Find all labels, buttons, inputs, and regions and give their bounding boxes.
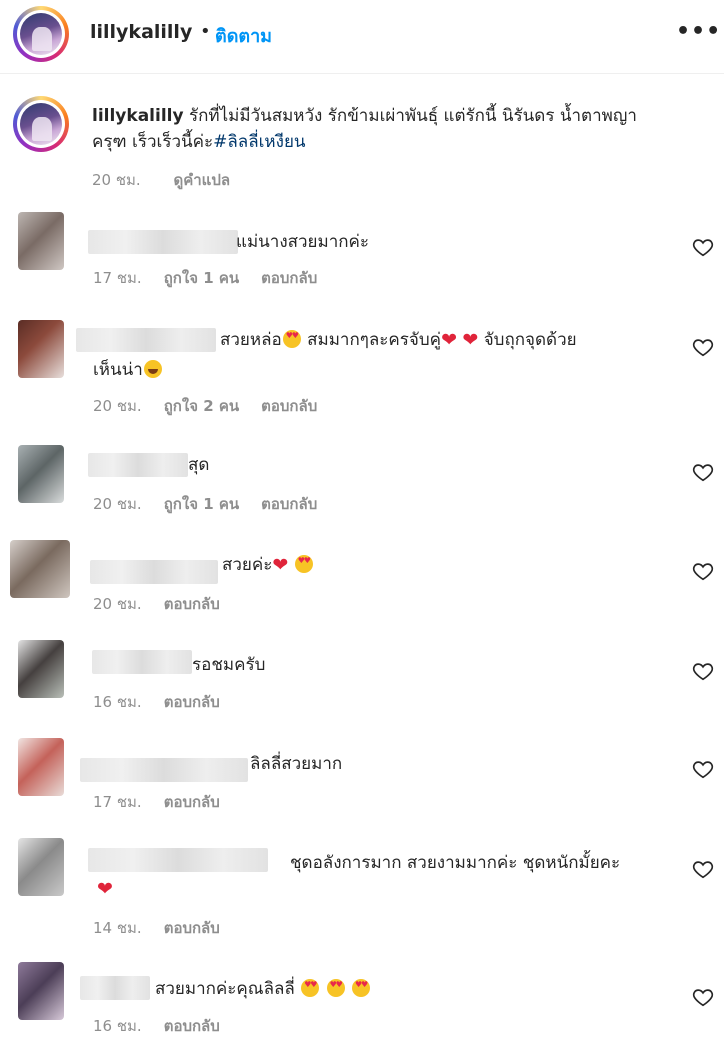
comment-meta: 16 ชม. ตอบกลับ xyxy=(93,1014,242,1038)
like-heart-icon[interactable] xyxy=(692,660,714,682)
comment-time: 17 ชม. xyxy=(93,269,142,287)
comment-time: 20 ชม. xyxy=(93,595,142,613)
commenter-avatar[interactable] xyxy=(18,212,64,270)
laughing-emoji-icon xyxy=(143,360,162,378)
reply-button[interactable]: ตอบกลับ xyxy=(261,495,317,513)
follow-button[interactable]: ติดตาม xyxy=(215,21,272,50)
like-heart-icon[interactable] xyxy=(692,758,714,780)
reply-button[interactable]: ตอบกลับ xyxy=(164,693,220,711)
comment-time: 16 ชม. xyxy=(93,1017,142,1035)
reply-button[interactable]: ตอบกลับ xyxy=(164,919,220,937)
commenter-avatar[interactable] xyxy=(18,738,64,796)
commenter-username-blurred[interactable] xyxy=(88,230,238,254)
caption-avatar[interactable] xyxy=(13,96,69,152)
comment-likes[interactable]: ถูกใจ 1 คน xyxy=(164,269,239,287)
red-heart-emoji-icon: ❤ xyxy=(272,554,289,576)
comment-text: ลิลลี่สวยมาก xyxy=(250,754,343,774)
comment-time: 14 ชม. xyxy=(93,919,142,937)
post-header: lillykalilly • ติดตาม ••• xyxy=(0,0,724,74)
caption-text-line2: ครุฑ เร็วเร็วนี้ค่ะ xyxy=(92,132,214,152)
commenter-username-blurred[interactable] xyxy=(88,453,188,477)
comment-text: แม่นางสวยมากค่ะ xyxy=(236,232,370,252)
comment-text: สวยมากค่ะคุณลิลลี่ xyxy=(155,974,371,1004)
comment-text: สวยหล่อ สมมากๆละครจับคู่❤ ❤ จับถุกจุดด้ว… xyxy=(220,325,577,355)
commenter-username-blurred[interactable] xyxy=(76,328,216,352)
commenter-username-blurred[interactable] xyxy=(90,560,218,584)
comment-text-content: สวยค่ะ xyxy=(222,555,273,575)
caption-hashtag[interactable]: #ลิลลี่เหงียน xyxy=(213,132,305,152)
heart-eyes-emoji-icon xyxy=(294,555,313,573)
heart-eyes-emoji-icon xyxy=(352,979,371,997)
commenter-username-blurred[interactable] xyxy=(92,650,192,674)
comment-text-part3: จับถุกจุดด้วย xyxy=(483,330,577,350)
header-avatar[interactable] xyxy=(13,6,69,62)
comment-time: 20 ชม. xyxy=(93,495,142,513)
reply-button[interactable]: ตอบกลับ xyxy=(164,595,220,613)
post-caption: lillykalilly รักที่ไม่มีวันสมหวัง รักข้า… xyxy=(92,103,692,155)
red-heart-emoji-icon: ❤ xyxy=(462,329,479,351)
see-translation-link[interactable]: ดูคำแปล xyxy=(173,171,230,189)
like-heart-icon[interactable] xyxy=(692,986,714,1008)
commenter-avatar[interactable] xyxy=(18,445,64,503)
comment-text: ชุดอลังการมาก สวยงามมากค่ะ ชุดหนักมั้ยคะ xyxy=(290,853,621,873)
reply-button[interactable]: ตอบกลับ xyxy=(164,1017,220,1035)
commenter-avatar[interactable] xyxy=(10,540,70,598)
comment-likes[interactable]: ถูกใจ 2 คน xyxy=(164,397,239,415)
comment-time: 20 ชม. xyxy=(93,397,142,415)
header-separator: • xyxy=(200,21,211,42)
red-heart-emoji-icon: ❤ xyxy=(441,329,457,351)
like-heart-icon[interactable] xyxy=(692,336,714,358)
comment-meta: 20 ชม. ตอบกลับ xyxy=(93,592,242,616)
comment-text: สวยค่ะ❤ xyxy=(222,550,314,580)
comment-text-line2: เห็นน่า xyxy=(93,355,163,385)
comment-meta: 14 ชม. ตอบกลับ xyxy=(93,916,242,940)
comment-text-part1: สวยหล่อ xyxy=(220,330,282,350)
commenter-avatar[interactable] xyxy=(18,962,64,1020)
like-heart-icon[interactable] xyxy=(692,236,714,258)
caption-username[interactable]: lillykalilly xyxy=(92,106,184,126)
comment-text-content: สวยมากค่ะคุณลิลลี่ xyxy=(155,979,295,999)
comment-likes[interactable]: ถูกใจ 1 คน xyxy=(164,495,239,513)
comment-text: รอชมครับ xyxy=(192,655,266,675)
comment-text-line2-text: เห็นน่า xyxy=(93,360,143,380)
like-heart-icon[interactable] xyxy=(692,560,714,582)
heart-eyes-emoji-icon xyxy=(326,979,345,997)
comment-meta: 17 ชม. ถูกใจ 1 คน ตอบกลับ xyxy=(93,266,339,290)
heart-eyes-emoji-icon xyxy=(282,330,301,348)
comment-meta: 16 ชม. ตอบกลับ xyxy=(93,690,242,714)
header-username[interactable]: lillykalilly xyxy=(90,21,192,43)
comment-text: สุด xyxy=(188,455,210,475)
commenter-avatar[interactable] xyxy=(18,320,64,378)
reply-button[interactable]: ตอบกลับ xyxy=(261,397,317,415)
reply-button[interactable]: ตอบกลับ xyxy=(261,269,317,287)
more-options-icon[interactable]: ••• xyxy=(676,18,720,46)
red-heart-emoji-icon: ❤ xyxy=(97,878,113,900)
comment-meta: 17 ชม. ตอบกลับ xyxy=(93,790,242,814)
commenter-username-blurred[interactable] xyxy=(80,758,248,782)
comment-time: 16 ชม. xyxy=(93,693,142,711)
comment-meta: 20 ชม. ถูกใจ 2 คน ตอบกลับ xyxy=(93,394,339,418)
commenter-username-blurred[interactable] xyxy=(88,848,268,872)
caption-text-line1: รักที่ไม่มีวันสมหวัง รักข้ามเผ่าพันธุ์ แ… xyxy=(188,106,637,126)
caption-meta: 20 ชม. ดูคำแปล xyxy=(92,168,258,192)
commenter-avatar[interactable] xyxy=(18,838,64,896)
caption-time: 20 ชม. xyxy=(92,171,141,189)
comment-text-part2: สมมากๆละครจับคู่ xyxy=(307,330,442,350)
reply-button[interactable]: ตอบกลับ xyxy=(164,793,220,811)
heart-eyes-emoji-icon xyxy=(301,979,320,997)
like-heart-icon[interactable] xyxy=(692,858,714,880)
comment-meta: 20 ชม. ถูกใจ 1 คน ตอบกลับ xyxy=(93,492,339,516)
comment-time: 17 ชม. xyxy=(93,793,142,811)
like-heart-icon[interactable] xyxy=(692,461,714,483)
commenter-avatar[interactable] xyxy=(18,640,64,698)
commenter-username-blurred[interactable] xyxy=(80,976,150,1000)
